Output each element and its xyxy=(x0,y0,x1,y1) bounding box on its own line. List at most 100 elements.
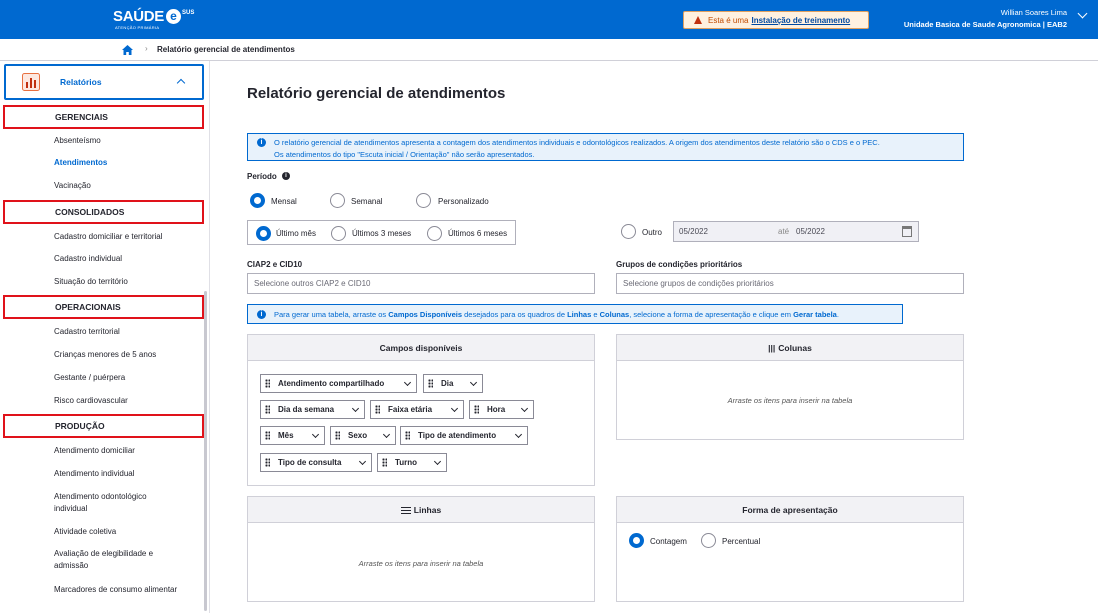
user-name[interactable]: Willian Soares Lima xyxy=(1001,8,1067,17)
sidebar-item-marcadores-consumo[interactable]: Marcadores de consumo alimentar xyxy=(54,584,177,596)
radio-semanal-label: Semanal xyxy=(351,197,383,206)
page-title: Relatório gerencial de atendimentos xyxy=(247,85,506,102)
colunas-title: Colunas xyxy=(778,343,812,353)
campo-label: Mês xyxy=(278,431,294,440)
chevron-down-icon[interactable] xyxy=(358,457,367,466)
colunas-panel[interactable]: ||| Colunas Arraste os itens para inserir… xyxy=(616,334,964,440)
drag-handle-icon[interactable] xyxy=(474,405,479,414)
drag-handle-icon[interactable] xyxy=(405,431,410,440)
user-unit[interactable]: Unidade Basica de Saude Agronomica | EAB… xyxy=(904,20,1067,29)
drag-handle-icon[interactable] xyxy=(265,431,270,440)
chevron-down-icon[interactable] xyxy=(469,378,478,387)
radio-ultimo-mes[interactable] xyxy=(256,226,271,241)
drag-handle-icon[interactable] xyxy=(265,405,270,414)
training-link[interactable]: Instalação de treinamento xyxy=(751,16,850,25)
info-icon[interactable]: i xyxy=(282,172,290,180)
radio-outro-label: Outro xyxy=(642,228,663,237)
info2-text: Para gerar uma tabela, arraste os xyxy=(274,310,389,319)
radio-outro[interactable] xyxy=(621,224,636,239)
info2-bold-gerar: Gerar tabela xyxy=(793,310,837,319)
breadcrumb-separator: › xyxy=(145,44,148,53)
sidebar-item-atendimento-domiciliar[interactable]: Atendimento domiciliar xyxy=(54,445,135,457)
chevron-down-icon[interactable] xyxy=(311,430,320,439)
drag-handle-icon[interactable] xyxy=(375,405,380,414)
sidebar-item-cadastro-domiciliar[interactable]: Cadastro domiciliar e territorial xyxy=(54,231,162,243)
campo-label: Sexo xyxy=(348,431,368,440)
radio-ultimos-3-meses[interactable] xyxy=(331,226,346,241)
campo-label: Atendimento compartilhado xyxy=(278,379,385,388)
sidebar-item-criancas[interactable]: Crianças menores de 5 anos xyxy=(54,349,156,361)
radio-semanal[interactable] xyxy=(330,193,345,208)
campo-chip[interactable]: Mês xyxy=(260,426,325,445)
chevron-down-icon[interactable] xyxy=(1077,8,1088,19)
sidebar-scrollbar[interactable] xyxy=(204,291,207,611)
radio-percentual[interactable] xyxy=(701,533,716,548)
campo-chip[interactable]: Tipo de atendimento xyxy=(400,426,528,445)
sidebar-item-vacinacao[interactable]: Vacinação xyxy=(54,180,91,192)
info-icon: i xyxy=(257,138,266,147)
grupos-label: Grupos de condições prioritários xyxy=(616,260,743,269)
forma-apresentacao-title: Forma de apresentação xyxy=(617,497,963,523)
date-to[interactable]: 05/2022 xyxy=(796,227,825,236)
radio-ultimos-6-meses[interactable] xyxy=(427,226,442,241)
campos-disponiveis-title: Campos disponíveis xyxy=(248,335,594,361)
drag-handle-icon[interactable] xyxy=(382,458,387,467)
radio-mensal[interactable] xyxy=(250,193,265,208)
linhas-drop-hint: Arraste os itens para inserir na tabela xyxy=(358,559,484,568)
sidebar-item-atendimento-odontologico[interactable]: Atendimento odontológico individual xyxy=(54,491,174,515)
campo-chip[interactable]: Sexo xyxy=(330,426,396,445)
date-range-input[interactable]: 05/2022 até 05/2022 xyxy=(673,221,919,242)
sidebar-item-absenteismo[interactable]: Absenteísmo xyxy=(54,135,101,147)
radio-ultimo-mes-label: Último mês xyxy=(276,229,317,238)
lines-icon xyxy=(400,507,411,515)
sidebar-item-atendimentos[interactable]: Atendimentos xyxy=(54,157,107,169)
columns-icon: ||| xyxy=(768,343,776,353)
sidebar-item-avaliacao-elegibilidade[interactable]: Avaliação de elegibilidade e admissão xyxy=(54,548,174,572)
info2-text: e xyxy=(591,310,600,319)
chevron-down-icon[interactable] xyxy=(351,404,360,413)
grupos-input[interactable]: Selecione grupos de condições prioritári… xyxy=(616,273,964,294)
sidebar-item-cadastro-individual[interactable]: Cadastro individual xyxy=(54,253,122,265)
chevron-down-icon[interactable] xyxy=(433,457,442,466)
chevron-down-icon[interactable] xyxy=(450,404,459,413)
campo-chip[interactable]: Atendimento compartilhado xyxy=(260,374,417,393)
sidebar-menu-relatorios[interactable]: Relatórios xyxy=(4,64,204,100)
campo-chip[interactable]: Dia xyxy=(423,374,483,393)
drag-handle-icon[interactable] xyxy=(265,458,270,467)
linhas-header: Linhas xyxy=(248,497,594,523)
sidebar-item-situacao-territorio[interactable]: Situação do território xyxy=(54,276,128,288)
campo-chip[interactable]: Faixa etária xyxy=(370,400,464,419)
sidebar-item-risco-cardiovascular[interactable]: Risco cardiovascular xyxy=(54,395,128,407)
info2-bold-campos: Campos Disponíveis xyxy=(388,310,463,319)
sidebar-item-cadastro-territorial[interactable]: Cadastro territorial xyxy=(54,326,120,338)
drag-handle-icon[interactable] xyxy=(335,431,340,440)
campo-chip[interactable]: Turno xyxy=(377,453,447,472)
sidebar-item-atendimento-individual[interactable]: Atendimento individual xyxy=(54,468,135,480)
campo-chip[interactable]: Hora xyxy=(469,400,534,419)
radio-ultimos-3-meses-label: Últimos 3 meses xyxy=(352,229,412,238)
sidebar: Relatórios GERENCIAIS Absenteísmo Atendi… xyxy=(0,61,210,613)
chevron-down-icon[interactable] xyxy=(520,404,529,413)
chevron-down-icon[interactable] xyxy=(382,430,391,439)
chevron-up-icon[interactable] xyxy=(176,78,186,88)
drag-handle-icon[interactable] xyxy=(265,379,270,388)
calendar-icon[interactable] xyxy=(902,226,912,237)
date-from[interactable]: 05/2022 xyxy=(679,227,708,236)
campo-chip[interactable]: Dia da semana xyxy=(260,400,365,419)
drag-handle-icon[interactable] xyxy=(428,379,433,388)
saude-esus-logo[interactable]: SAÚDE e SUS ATENÇÃO PRIMÁRIA xyxy=(113,9,194,31)
logo-e-circle: e xyxy=(166,9,182,24)
home-icon[interactable] xyxy=(122,45,133,55)
colunas-header: ||| Colunas xyxy=(617,335,963,361)
section-operacionais: OPERACIONAIS xyxy=(3,295,204,319)
sidebar-item-gestante[interactable]: Gestante / puérpera xyxy=(54,372,125,384)
campo-label: Faixa etária xyxy=(388,405,433,414)
radio-contagem[interactable] xyxy=(629,533,644,548)
chevron-down-icon[interactable] xyxy=(403,378,412,387)
sidebar-item-atividade-coletiva[interactable]: Atividade coletiva xyxy=(54,526,116,538)
chevron-down-icon[interactable] xyxy=(514,430,523,439)
radio-personalizado[interactable] xyxy=(416,193,431,208)
linhas-panel[interactable]: Linhas Arraste os itens para inserir na … xyxy=(247,496,595,602)
ciap-input[interactable]: Selecione outros CIAP2 e CID10 xyxy=(247,273,595,294)
campo-chip[interactable]: Tipo de consulta xyxy=(260,453,372,472)
